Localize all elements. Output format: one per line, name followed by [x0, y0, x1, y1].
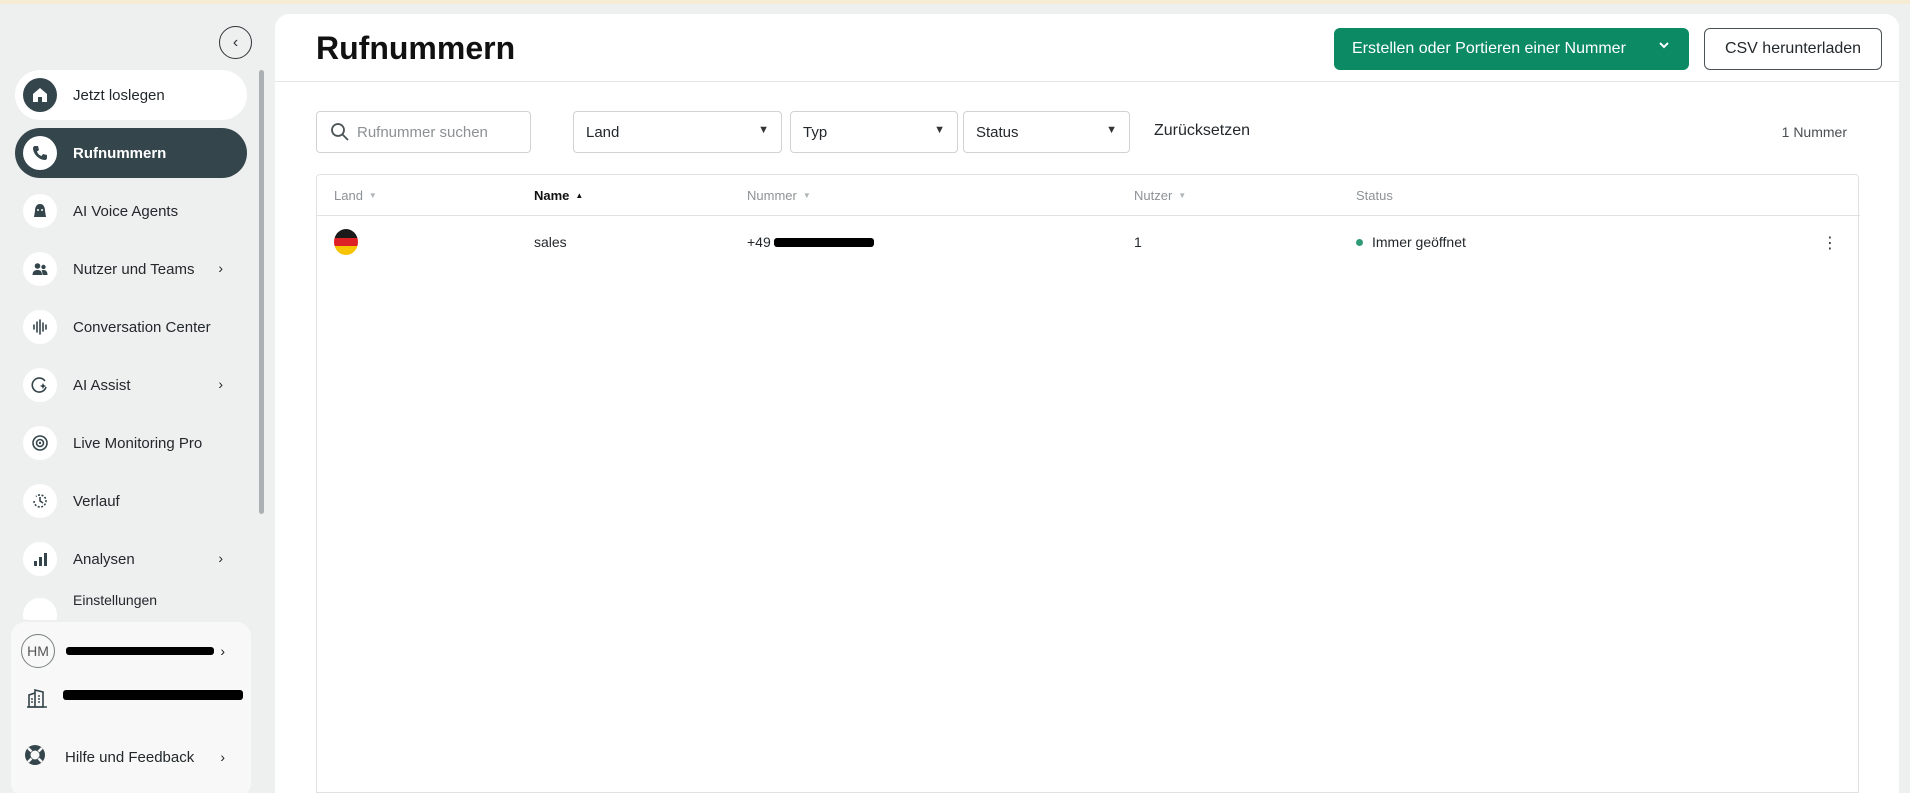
sidebar-item-verlauf[interactable]: Verlauf	[15, 476, 247, 526]
sort-ascending-icon: ▲	[575, 190, 584, 200]
column-label: Nummer	[747, 187, 797, 203]
user-menu[interactable]: HM ›	[11, 631, 251, 671]
chart-icon	[23, 542, 57, 576]
redacted-user-name	[66, 647, 214, 655]
chevron-right-icon: ›	[218, 260, 223, 276]
reset-filters-button[interactable]: Zurücksetzen	[1154, 122, 1250, 140]
typ-filter-label: Typ	[803, 123, 828, 141]
settings-icon	[23, 598, 57, 620]
chevron-down-icon	[1657, 38, 1671, 57]
land-filter-label: Land	[586, 123, 620, 141]
main-content: Rufnummern Erstellen oder Portieren eine…	[275, 14, 1899, 793]
caret-down-icon: ▼	[1106, 124, 1117, 136]
history-icon	[23, 484, 57, 518]
sidebar-item-label: Jetzt loslegen	[73, 86, 165, 104]
row-name: sales	[534, 234, 567, 250]
table-header-divider	[317, 215, 1860, 216]
sort-icon: ▼	[1178, 190, 1187, 200]
column-label: Name	[534, 187, 570, 203]
user-panel: HM › Hilfe und Feedback ›	[11, 622, 251, 793]
phone-icon	[23, 136, 57, 170]
row-status: Immer geöffnet	[1356, 232, 1466, 252]
chevron-right-icon: ›	[220, 643, 225, 659]
collapse-sidebar-button[interactable]: ‹	[219, 26, 252, 59]
sidebar-item-label: AI Assist	[73, 376, 131, 394]
column-header-status: Status	[1356, 175, 1393, 215]
more-options-icon[interactable]: ⋮	[1822, 233, 1838, 253]
result-count: 1 Nummer	[1781, 124, 1847, 140]
column-label: Land	[334, 187, 363, 203]
building-icon	[26, 687, 48, 714]
sidebar-item-label: Verlauf	[73, 492, 120, 510]
sidebar-item-conversation-center[interactable]: Conversation Center	[15, 302, 247, 352]
create-or-port-number-button[interactable]: Erstellen oder Portieren einer Nummer	[1334, 28, 1689, 70]
column-header-nummer[interactable]: Nummer ▼	[747, 175, 811, 215]
search-icon	[330, 122, 350, 146]
column-label: Nutzer	[1134, 187, 1173, 203]
chevron-left-icon: ‹	[232, 33, 239, 51]
home-icon	[23, 78, 57, 112]
sidebar-item-ai-voice-agents[interactable]: AI Voice Agents	[15, 186, 247, 236]
sidebar: ‹ Jetzt loslegen Rufnummern AI Voice Age…	[0, 4, 275, 793]
typ-filter-select[interactable]: Typ ▼	[790, 111, 958, 153]
sidebar-item-label: Nutzer und Teams	[73, 260, 195, 278]
numbers-table: Land ▼ Name ▲ Nummer ▼ Nutzer ▼ Status sales…	[316, 174, 1860, 793]
search-input[interactable]: Rufnummer suchen	[316, 111, 531, 153]
sidebar-item-label: AI Voice Agents	[73, 202, 179, 220]
chevron-right-icon: ›	[218, 376, 223, 392]
sidebar-item-live-monitoring-pro[interactable]: Live Monitoring Pro	[15, 418, 247, 468]
ai-agent-icon	[23, 194, 57, 228]
column-header-nutzer[interactable]: Nutzer ▼	[1134, 175, 1186, 215]
germany-flag-icon	[334, 229, 358, 255]
column-header-name[interactable]: Name ▲	[534, 175, 583, 215]
status-filter-select[interactable]: Status ▼	[963, 111, 1130, 153]
row-number: +49	[747, 232, 874, 252]
status-label: Immer geöffnet	[1372, 234, 1466, 250]
sidebar-item-label: Live Monitoring Pro	[73, 434, 203, 452]
search-placeholder: Rufnummer suchen	[357, 123, 488, 141]
users-icon	[23, 252, 57, 286]
sidebar-item-ai-assist[interactable]: AI Assist ›	[15, 360, 247, 410]
redacted-company-name	[63, 690, 243, 700]
column-header-land[interactable]: Land ▼	[334, 175, 377, 215]
sort-icon: ▼	[802, 190, 811, 200]
status-dot-icon	[1356, 238, 1363, 246]
csv-download-button[interactable]: CSV herunterladen	[1704, 28, 1882, 70]
avatar: HM	[21, 634, 55, 668]
help-label: Hilfe und Feedback	[65, 748, 195, 766]
row-users: 1	[1134, 234, 1142, 250]
sidebar-item-jetzt-loslegen[interactable]: Jetzt loslegen	[15, 70, 247, 120]
sidebar-item-label: Rufnummern	[73, 144, 167, 162]
sidebar-item-analysen[interactable]: Analysen ›	[15, 534, 247, 584]
column-label: Status	[1356, 187, 1393, 203]
sidebar-item-label: Einstellungen	[73, 592, 158, 608]
sort-icon: ▼	[368, 190, 377, 200]
live-monitoring-icon	[23, 426, 57, 460]
sidebar-item-label: Conversation Center	[73, 318, 211, 336]
header-divider	[275, 81, 1899, 82]
ai-assist-icon	[23, 368, 57, 402]
create-button-label: Erstellen oder Portieren einer Nummer	[1352, 40, 1626, 57]
sidebar-item-label: Analysen	[73, 550, 135, 568]
status-filter-label: Status	[976, 123, 1019, 141]
chevron-right-icon: ›	[220, 749, 225, 765]
lifebuoy-icon	[23, 743, 47, 772]
page-title: Rufnummern	[316, 30, 516, 66]
sidebar-scrollbar[interactable]	[259, 70, 264, 514]
company-menu[interactable]	[11, 680, 251, 720]
sidebar-item-rufnummern[interactable]: Rufnummern	[15, 128, 247, 178]
chevron-right-icon: ›	[218, 550, 223, 566]
help-and-feedback[interactable]: Hilfe und Feedback ›	[11, 737, 251, 777]
top-accent-line	[0, 0, 1910, 4]
redacted-number	[773, 237, 874, 247]
waveform-icon	[23, 310, 57, 344]
number-prefix: +49	[747, 234, 771, 250]
land-filter-select[interactable]: Land ▼	[573, 111, 782, 153]
caret-down-icon: ▼	[934, 124, 945, 136]
caret-down-icon: ▼	[758, 124, 769, 136]
sidebar-item-nutzer-und-teams[interactable]: Nutzer und Teams ›	[15, 244, 247, 294]
sidebar-item-einstellungen[interactable]: Einstellungen	[15, 592, 247, 620]
